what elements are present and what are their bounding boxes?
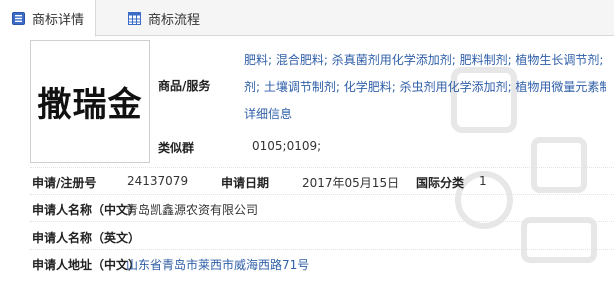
- similar-group-value: 0105;0109;: [252, 139, 322, 153]
- goods-services-line-2: 剂; 土壤调节制剂; 化学肥料; 杀虫剂用化学添加剂; 植物用微量元素制剂; 查…: [244, 80, 606, 94]
- application-number-value: 24137079: [127, 174, 189, 188]
- tab-trademark-detail[interactable]: 商标详情: [0, 0, 96, 37]
- application-date-value: 2017年05月15日: [302, 176, 400, 190]
- applicant-name-en-label: 申请人名称（英文）: [32, 231, 141, 245]
- applicant-name-cn-value: 青岛凯鑫源农资有限公司: [126, 203, 259, 217]
- goods-services-label: 商品/服务: [158, 79, 211, 93]
- row-divider: [30, 249, 614, 250]
- view-details-link[interactable]: 详细信息: [244, 105, 292, 122]
- trademark-logo-text: 撒瑞金: [37, 85, 143, 125]
- tab-bar: 商标详情 商标流程: [0, 0, 614, 37]
- international-class-value: 1: [479, 174, 487, 188]
- similar-group-label: 类似群: [158, 141, 195, 155]
- tab-trademark-flow-label: 商标流程: [148, 12, 201, 28]
- trademark-logo-image: 撒瑞金: [30, 40, 150, 163]
- applicant-address-cn-value: 山东省青岛市莱西市威海西路71号: [126, 258, 310, 272]
- international-class-label: 国际分类: [416, 176, 465, 190]
- goods-services-line-1: 肥料; 混合肥料; 杀真菌剂用化学添加剂; 肥料制剂; 植物生长调节剂; 防微生…: [244, 53, 606, 67]
- row-divider: [30, 221, 614, 222]
- grid-table-icon: [128, 11, 141, 25]
- row-divider: [30, 167, 614, 168]
- tab-trademark-detail-label: 商标详情: [32, 12, 85, 28]
- applicant-address-cn-label: 申请人地址（中文）: [32, 258, 141, 272]
- tab-trademark-flow[interactable]: 商标流程: [116, 0, 236, 36]
- document-list-icon: [12, 11, 25, 25]
- applicant-name-cn-label: 申请人名称（中文）: [32, 203, 141, 217]
- application-number-label: 申请/注册号: [32, 176, 97, 190]
- application-date-label: 申请日期: [221, 176, 270, 190]
- row-divider: [30, 194, 614, 195]
